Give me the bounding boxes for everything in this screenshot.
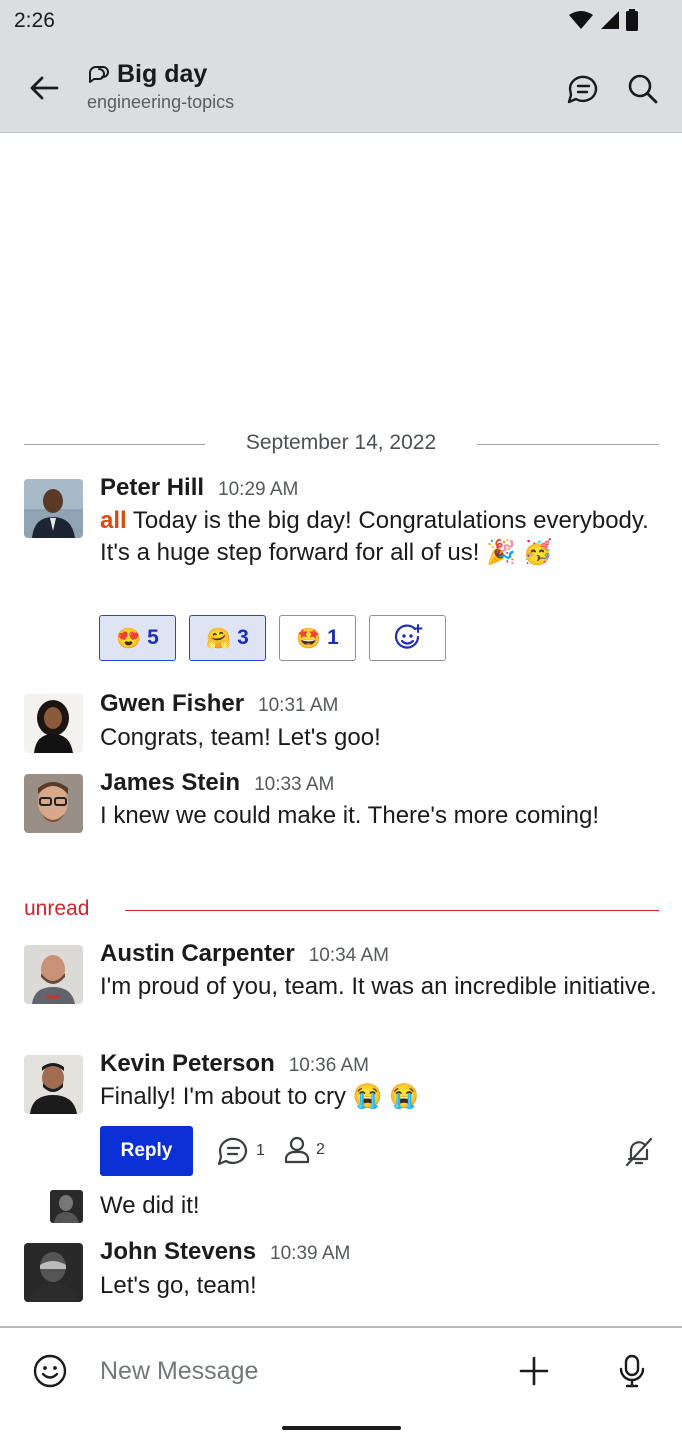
message-header: Austin Carpenter 10:34 AM bbox=[100, 940, 389, 968]
reaction-bar: 😍 5 🤗 3 🤩 1 bbox=[99, 615, 446, 661]
date-divider: September 14, 2022 bbox=[0, 431, 682, 455]
avatar[interactable] bbox=[24, 945, 83, 1004]
participants-icon bbox=[284, 1136, 310, 1164]
message-author[interactable]: Kevin Peterson bbox=[100, 1050, 275, 1078]
message-text: Let's go, team! bbox=[100, 1272, 257, 1299]
battery-icon bbox=[626, 9, 638, 31]
message-header: James Stein 10:33 AM bbox=[100, 769, 334, 797]
date-divider-label: September 14, 2022 bbox=[223, 431, 459, 454]
emoji-icon bbox=[33, 1354, 67, 1388]
search-button[interactable] bbox=[622, 68, 664, 110]
replies-count: 1 bbox=[256, 1142, 265, 1159]
message-header: Kevin Peterson 10:36 AM bbox=[100, 1050, 369, 1078]
avatar[interactable] bbox=[24, 1243, 83, 1302]
reaction-emoji: 🤗 bbox=[206, 627, 232, 650]
message-author[interactable]: Peter Hill bbox=[100, 474, 204, 502]
message-time: 10:31 AM bbox=[258, 695, 339, 716]
home-indicator[interactable] bbox=[282, 1426, 401, 1430]
reply-button[interactable]: Reply bbox=[100, 1126, 193, 1176]
reaction-count: 1 bbox=[327, 626, 339, 649]
message-text: all Today is the big day! Congratulation… bbox=[100, 505, 662, 569]
status-icons bbox=[568, 9, 638, 31]
avatar[interactable] bbox=[50, 1190, 83, 1223]
message-text: I'm proud of you, team. It was an incred… bbox=[100, 973, 657, 1000]
message-author[interactable]: Austin Carpenter bbox=[100, 940, 295, 968]
search-icon bbox=[628, 74, 658, 104]
chat-bubble-icon bbox=[89, 65, 109, 83]
message-text: We did it! bbox=[100, 1192, 200, 1219]
message-text: I knew we could make it. There's more co… bbox=[100, 802, 600, 829]
avatar[interactable] bbox=[24, 1055, 83, 1114]
message-body: Today is the big day! Congratulations ev… bbox=[100, 507, 649, 566]
replies-icon bbox=[217, 1137, 248, 1166]
reaction-heart-eyes[interactable]: 😍 5 bbox=[99, 615, 176, 661]
mention-all[interactable]: all bbox=[100, 507, 127, 534]
channel-subtitle: engineering-topics bbox=[87, 92, 235, 112]
back-arrow-icon bbox=[30, 76, 59, 100]
message-time: 10:33 AM bbox=[254, 774, 335, 795]
reaction-count: 3 bbox=[237, 626, 249, 649]
reaction-hugging[interactable]: 🤗 3 bbox=[189, 615, 266, 661]
microphone-icon bbox=[619, 1354, 645, 1388]
channel-heading[interactable]: Big day engineering-topics bbox=[87, 60, 234, 113]
message-time: 10:29 AM bbox=[218, 479, 299, 500]
message-time: 10:36 AM bbox=[288, 1055, 370, 1076]
avatar[interactable] bbox=[24, 479, 83, 538]
message-input[interactable] bbox=[100, 1352, 480, 1390]
message-text: Finally! I'm about to cry 😭 😭 bbox=[100, 1083, 420, 1110]
signal-icon bbox=[601, 11, 619, 29]
message-time: 10:39 AM bbox=[270, 1243, 351, 1264]
wifi-icon bbox=[569, 11, 593, 29]
reaction-count: 5 bbox=[147, 626, 159, 649]
reaction-emoji: 🤩 bbox=[296, 627, 322, 650]
thread-replies[interactable]: 1 bbox=[216, 1136, 265, 1166]
thread-icon bbox=[567, 75, 598, 104]
avatar[interactable] bbox=[24, 774, 83, 833]
add-reaction-icon bbox=[394, 624, 422, 649]
message-time: 10:34 AM bbox=[308, 945, 389, 966]
reaction-emoji: 😍 bbox=[116, 627, 142, 650]
message-text: Congrats, team! Let's goo! bbox=[100, 724, 381, 751]
add-reaction-button[interactable] bbox=[369, 615, 446, 661]
reaction-star-struck[interactable]: 🤩 1 bbox=[279, 615, 356, 661]
mute-icon bbox=[625, 1137, 653, 1167]
message-author[interactable]: James Stein bbox=[100, 769, 240, 797]
mute-thread-button[interactable] bbox=[620, 1133, 658, 1171]
avatar[interactable] bbox=[24, 694, 83, 753]
app-bar: Big day engineering-topics bbox=[0, 44, 682, 133]
message-header: Gwen Fisher 10:31 AM bbox=[100, 690, 338, 718]
status-bar: 2:26 bbox=[0, 0, 682, 44]
message-author[interactable]: John Stevens bbox=[100, 1238, 256, 1266]
back-button[interactable] bbox=[24, 70, 64, 106]
message-header: John Stevens 10:39 AM bbox=[100, 1238, 350, 1266]
voice-message-button[interactable] bbox=[612, 1351, 652, 1391]
unread-divider-line bbox=[125, 910, 659, 911]
participants-count: 2 bbox=[316, 1141, 325, 1158]
message-author[interactable]: Gwen Fisher bbox=[100, 690, 244, 718]
emoji-button[interactable] bbox=[30, 1351, 70, 1391]
message-header: Peter Hill 10:29 AM bbox=[100, 474, 298, 502]
add-attachment-button[interactable] bbox=[514, 1351, 554, 1391]
status-time: 2:26 bbox=[14, 9, 55, 32]
thread-participants[interactable]: 2 bbox=[284, 1136, 325, 1164]
add-icon bbox=[519, 1356, 549, 1386]
page-title: Big day bbox=[117, 60, 208, 88]
unread-divider-label: unread bbox=[24, 897, 90, 920]
threads-button[interactable] bbox=[562, 68, 604, 110]
